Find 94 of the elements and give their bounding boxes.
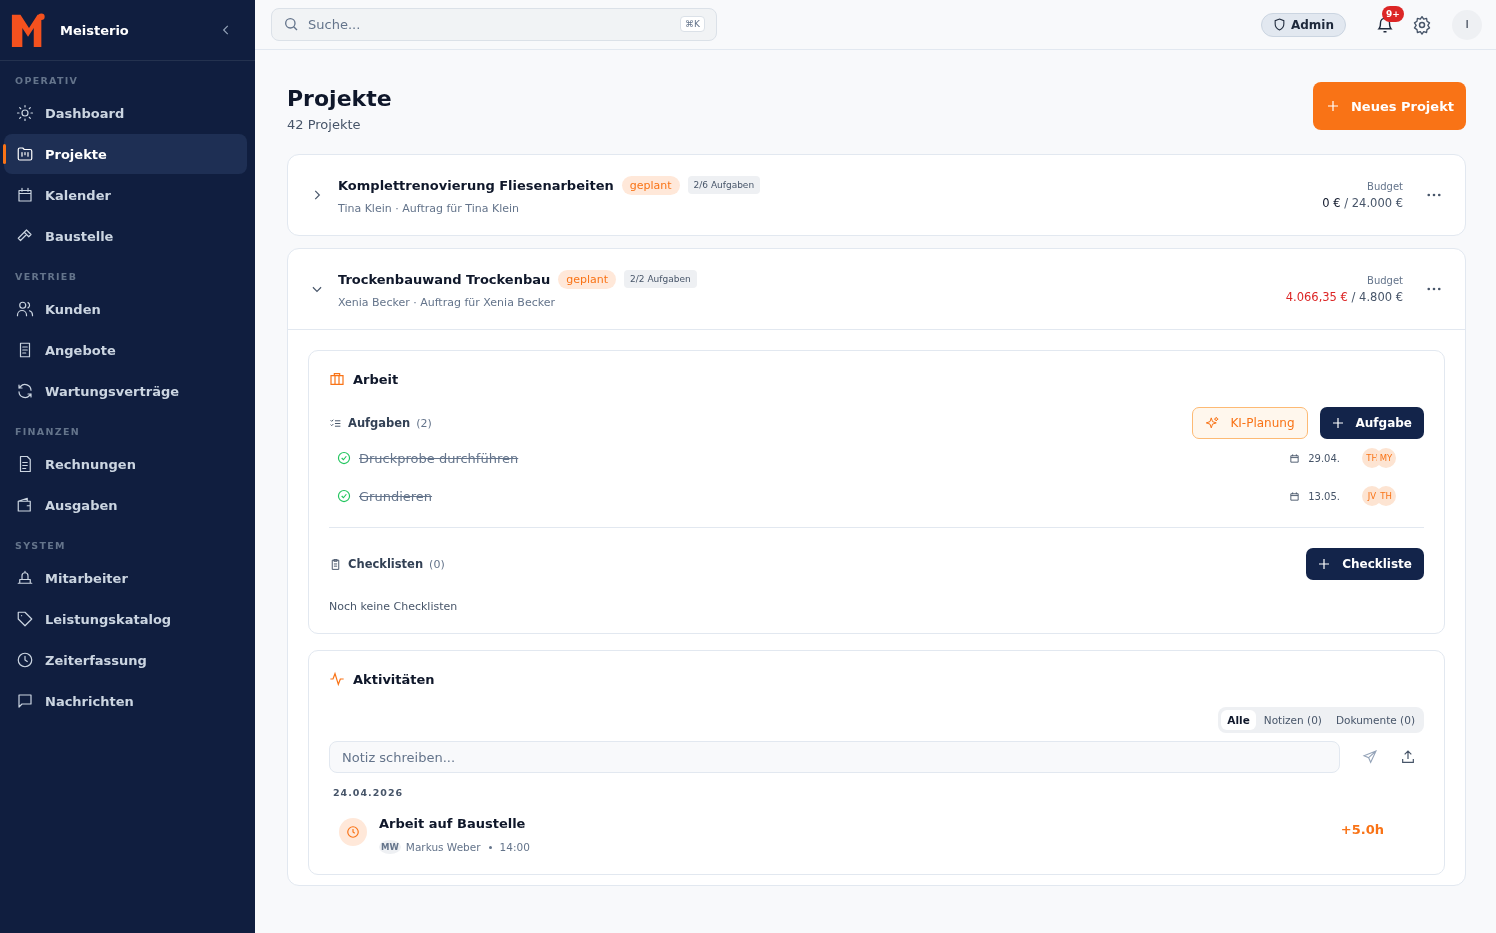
project-subtitle: Tina Klein · Auftrag für Tina Klein	[338, 201, 520, 215]
budget-label: Budget	[1366, 180, 1403, 192]
notification-count: 9+	[1382, 5, 1404, 22]
activity-time: 14:00	[499, 841, 530, 853]
shield-icon	[1272, 18, 1286, 31]
nav-item[interactable]: Leistungskatalog	[4, 599, 247, 639]
status-badge: geplant	[558, 269, 617, 289]
brand-name: Meisterio	[60, 22, 130, 38]
plus-icon	[1318, 558, 1331, 570]
briefcase-icon	[329, 371, 345, 387]
clock-icon	[339, 818, 367, 846]
more-icon[interactable]	[1427, 287, 1441, 291]
nav-item[interactable]: Angebote	[4, 330, 247, 370]
project-count: 42 Projekte	[287, 117, 362, 132]
pulse-icon	[329, 671, 345, 687]
plus-icon	[1331, 417, 1344, 429]
calendar-icon	[1289, 490, 1301, 502]
nav-icon	[16, 496, 34, 514]
budget-spent: 0 €	[1322, 195, 1341, 210]
nav-icon	[16, 104, 34, 122]
add-checklist-button[interactable]: Checkliste	[1306, 548, 1424, 580]
add-task-button[interactable]: Aufgabe	[1319, 407, 1424, 439]
activity-date: 24.04.2026	[333, 787, 405, 798]
assignee-avatar: MY	[1376, 448, 1396, 468]
plus-icon	[1326, 100, 1339, 112]
page-title: Projekte	[287, 86, 392, 111]
project-title[interactable]: Trockenbauwand Trockenbau	[338, 271, 551, 287]
task-title[interactable]: Grundieren	[359, 488, 433, 504]
nav-item[interactable]: Wartungsverträge	[4, 371, 247, 411]
hours-amount: +5.0h	[1340, 822, 1384, 837]
bell-icon[interactable]	[1376, 15, 1394, 34]
tasks-badge: 2/6 Aufgaben	[687, 176, 761, 194]
search-icon	[283, 16, 299, 32]
section-label: Aufgaben	[348, 416, 411, 430]
clipboard-icon	[329, 557, 342, 571]
nav-item[interactable]: Mitarbeiter	[4, 558, 247, 598]
logo-icon	[10, 11, 48, 49]
budget-total: / 24.000 €	[1344, 195, 1403, 210]
tasks-badge: 2/2 Aufgaben	[624, 270, 697, 288]
nav-item[interactable]: Rechnungen	[4, 444, 247, 484]
filter-tab[interactable]: Dokumente (0)	[1329, 710, 1421, 730]
calendar-icon	[1289, 452, 1301, 464]
budget-total: / 4.800 €	[1351, 289, 1403, 304]
nav-item[interactable]: Zeiterfassung	[4, 640, 247, 680]
task-date: 29.04.	[1308, 452, 1340, 464]
section-title: OPERATIV	[14, 74, 80, 88]
check-circle-icon[interactable]	[337, 489, 351, 503]
panel-title: Aktivitäten	[353, 671, 435, 687]
nav-item[interactable]: Nachrichten	[4, 681, 247, 721]
nav-item[interactable]: Kunden	[4, 289, 247, 329]
nav-icon	[16, 186, 34, 204]
nav-icon	[16, 692, 34, 710]
panel-title: Arbeit	[353, 371, 399, 387]
more-icon[interactable]	[1427, 193, 1441, 197]
shortcut-hint: ⌘K	[680, 16, 705, 32]
nav-icon	[16, 610, 34, 628]
role-badge: Admin	[1260, 12, 1346, 37]
task-date: 13.05.	[1308, 490, 1340, 502]
sparkle-icon	[1205, 415, 1221, 431]
author-avatar: MW	[379, 840, 401, 854]
status-badge: geplant	[621, 175, 680, 195]
task-title[interactable]: Druckprobe durchführen	[359, 450, 519, 466]
settings-icon[interactable]	[1412, 14, 1432, 35]
activity-title: Arbeit auf Baustelle	[379, 816, 527, 831]
filter-tab[interactable]: Alle	[1221, 710, 1256, 730]
check-circle-icon[interactable]	[337, 451, 351, 465]
section-title: SYSTEM	[14, 539, 67, 553]
section-title: VERTRIEB	[14, 270, 79, 284]
filter-tab[interactable]: Notizen (0)	[1257, 710, 1328, 730]
section-count: (2)	[416, 416, 432, 430]
user-avatar[interactable]: I	[1452, 9, 1482, 40]
nav-item[interactable]: Baustelle	[4, 216, 247, 256]
upload-icon[interactable]	[1400, 749, 1416, 765]
nav-icon	[16, 145, 34, 163]
project-subtitle: Xenia Becker · Auftrag für Xenia Becker	[338, 295, 556, 309]
nav-item[interactable]: Kalender	[4, 175, 247, 215]
nav-icon	[16, 651, 34, 669]
assignee-avatar: TH	[1376, 486, 1396, 506]
section-title: FINANZEN	[14, 425, 81, 439]
empty-message: Noch keine Checklisten	[329, 600, 459, 613]
nav-item[interactable]: Ausgaben	[4, 485, 247, 525]
separator-dot	[488, 845, 492, 849]
nav-item[interactable]: Projekte	[4, 134, 247, 174]
nav-icon	[16, 300, 34, 318]
project-title[interactable]: Komplettrenovierung Fliesenarbeiten	[338, 177, 614, 193]
section-label: Checklisten	[348, 557, 424, 571]
budget-label: Budget	[1366, 274, 1403, 286]
nav-icon	[16, 569, 34, 587]
nav-icon	[16, 382, 34, 400]
author-name: Markus Weber	[405, 841, 481, 853]
section-count: (0)	[429, 557, 445, 571]
nav-item[interactable]: Dashboard	[4, 93, 247, 133]
budget-spent: 4.066,35 €	[1285, 289, 1348, 304]
note-field[interactable]: Notiz schreiben...	[329, 741, 1340, 773]
